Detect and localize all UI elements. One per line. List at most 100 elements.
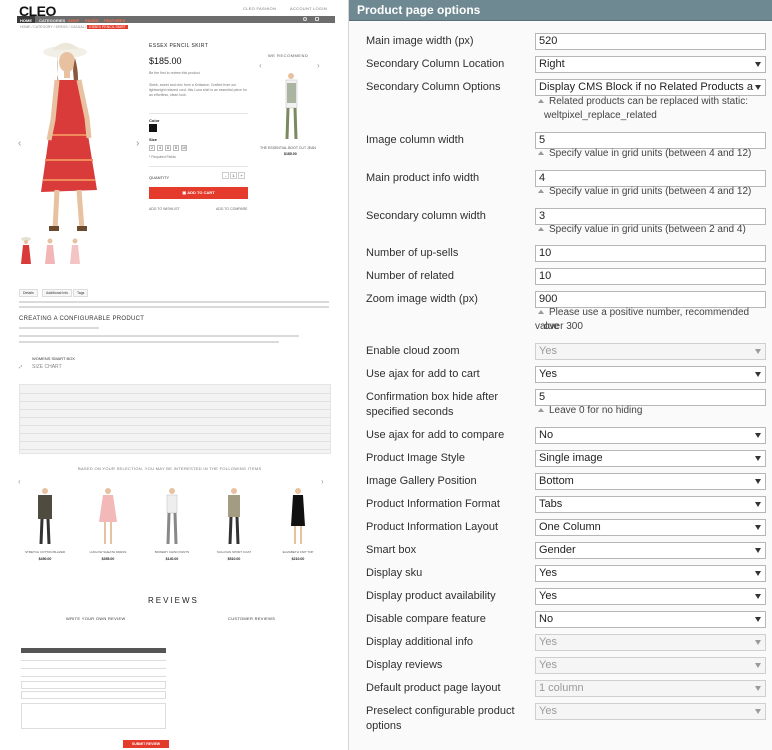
disable-compare-feature-select[interactable]: No: [535, 611, 766, 628]
resize-icon[interactable]: ⤢: [19, 364, 22, 369]
product-main-image[interactable]: [27, 40, 137, 233]
recommended-product-price: $185.00: [284, 152, 297, 156]
number-of-up-sells-label: Number of up-sells: [366, 247, 459, 259]
use-ajax-for-add-to-compare-select[interactable]: No: [535, 427, 766, 444]
product-thumbnail[interactable]: [43, 236, 57, 272]
confirmation-box-hide-after-hint: Leave 0 for no hiding: [535, 404, 766, 418]
related-product-image[interactable]: [97, 486, 119, 546]
chevron-down-icon: [755, 372, 761, 377]
related-product-image[interactable]: [223, 486, 245, 546]
size-option[interactable]: 4: [157, 145, 163, 151]
hint-arrow-icon: [538, 188, 544, 193]
number-of-related-input[interactable]: 10: [535, 268, 766, 285]
image-gallery-position-select[interactable]: Bottom: [535, 473, 766, 490]
review-prompt[interactable]: Be the first to review this product: [149, 71, 200, 75]
number-of-up-sells-input[interactable]: 10: [535, 245, 766, 262]
secondary-column-options-select[interactable]: Display CMS Block if no Related Products…: [535, 79, 766, 96]
add-to-wishlist-link[interactable]: ADD TO WISHLIST: [149, 207, 180, 211]
display-product-availability-select[interactable]: Yes: [535, 588, 766, 605]
related-product-image[interactable]: [34, 486, 56, 546]
related-product-name[interactable]: ELIZABETH KNIT TOP: [273, 550, 323, 554]
related-product-name[interactable]: SULLIVAN SPORT COAT: [209, 550, 259, 554]
product-image-style-select[interactable]: Single image: [535, 450, 766, 467]
nav-categories[interactable]: CATEGORIES: [39, 18, 65, 23]
nav-shop[interactable]: SHOP: [68, 18, 79, 23]
cart-icon[interactable]: [315, 17, 319, 21]
related-product-image[interactable]: [287, 486, 309, 546]
quantity-input[interactable]: 1: [230, 172, 237, 179]
description-text: [19, 335, 299, 337]
add-to-cart-button[interactable]: ▣ ADD TO CART: [149, 187, 248, 199]
use-ajax-for-add-to-cart-select[interactable]: Yes: [535, 366, 766, 383]
nav-features[interactable]: FEATURES: [104, 18, 125, 23]
product-information-format-select[interactable]: Tabs: [535, 496, 766, 513]
tab-tags[interactable]: Tags: [73, 289, 89, 297]
chevron-left-icon[interactable]: ‹: [18, 138, 21, 149]
top-link-account[interactable]: ACCOUNT: [290, 6, 312, 11]
product-thumbnail[interactable]: [68, 236, 82, 272]
related-product-name[interactable]: BOWERY CHINO PANTS: [147, 550, 197, 554]
product-information-format-label: Product Information Format: [366, 498, 500, 510]
display-reviews-label: Display reviews: [366, 659, 443, 671]
quantity-increase-button[interactable]: +: [238, 172, 245, 179]
description-text: [19, 306, 329, 308]
color-swatch[interactable]: [149, 124, 157, 132]
size-option[interactable]: 6: [165, 145, 171, 151]
zoom-image-width-px-label: Zoom image width (px): [366, 293, 478, 305]
review-textarea[interactable]: [21, 703, 166, 729]
display-reviews-select: Yes: [535, 657, 766, 674]
display-sku-select[interactable]: Yes: [535, 565, 766, 582]
top-link-store[interactable]: CLEO FASHION: [243, 6, 276, 11]
hint-arrow-icon: [538, 309, 544, 314]
nav-pages[interactable]: PAGES: [85, 18, 99, 23]
size-option[interactable]: 10: [181, 145, 187, 151]
nickname-field[interactable]: [21, 681, 166, 689]
chevron-down-icon: [755, 640, 761, 645]
size-chart-title[interactable]: SIZE CHART: [32, 364, 62, 370]
chevron-down-icon: [755, 525, 761, 530]
product-thumbnail[interactable]: [19, 236, 33, 272]
top-link-login[interactable]: LOGIN: [313, 6, 327, 11]
nav-home[interactable]: HOME: [17, 16, 35, 23]
product-image-style-label: Product Image Style: [366, 452, 466, 464]
chevron-down-icon: [755, 349, 761, 354]
quantity-decrease-button[interactable]: -: [222, 172, 229, 179]
related-product-name[interactable]: STRETCH COTTON BLAZER: [20, 550, 70, 554]
add-to-compare-link[interactable]: ADD TO COMPARE: [216, 207, 248, 211]
image-column-width-hint: Specify value in grid units (between 4 a…: [535, 147, 766, 161]
panel-header[interactable]: Product page options: [349, 0, 772, 21]
related-product-price: $210.00: [291, 557, 305, 561]
recommended-product-name[interactable]: THE ESSENTIAL BOOT CUT JEAN: [260, 146, 316, 150]
main-image-width-px-input[interactable]: 520: [535, 33, 766, 50]
size-option[interactable]: 8: [173, 145, 179, 151]
chevron-right-icon[interactable]: ›: [321, 477, 324, 486]
display-sku-label: Display sku: [366, 567, 423, 579]
related-product-name[interactable]: LUDLOW SHEATH DRESS: [83, 550, 133, 554]
summary-field[interactable]: [21, 691, 166, 699]
chevron-left-icon[interactable]: ‹: [18, 477, 21, 486]
search-icon[interactable]: [303, 17, 307, 21]
product-information-layout-select[interactable]: One Column: [535, 519, 766, 536]
tab-details[interactable]: Details: [19, 289, 38, 297]
product-information-layout-label: Product Information Layout: [366, 521, 499, 533]
chevron-right-icon[interactable]: ›: [136, 138, 139, 149]
related-product-image[interactable]: [161, 486, 183, 546]
enable-cloud-zoom-select: Yes: [535, 343, 766, 360]
size-option[interactable]: 2: [149, 145, 155, 151]
submit-review-button[interactable]: SUBMIT REVIEW: [123, 740, 169, 748]
rating-table[interactable]: [21, 648, 166, 678]
chevron-right-icon[interactable]: ›: [317, 61, 320, 70]
display-product-availability-selected-value: Yes: [539, 590, 557, 602]
image-gallery-position-label: Image Gallery Position: [366, 475, 477, 487]
smart-box-select[interactable]: Gender: [535, 542, 766, 559]
tab-additional-info[interactable]: Additional Info: [42, 289, 73, 297]
main-image-width-px-label: Main image width (px): [366, 35, 474, 47]
use-ajax-for-add-to-compare-selected-value: No: [539, 429, 554, 441]
breadcrumb-path[interactable]: HOME / CATEGORY / DRESS / CASUAL /: [20, 25, 86, 29]
recommended-product-image[interactable]: [281, 71, 302, 143]
secondary-column-location-select[interactable]: Right: [535, 56, 766, 73]
smart-box-label: Smart box: [366, 544, 417, 556]
chevron-left-icon[interactable]: ‹: [259, 61, 262, 70]
quantity-label: QUANTITY: [149, 175, 170, 180]
secondary-column-width-hint-text: Specify value in grid units (between 2 a…: [549, 224, 746, 235]
